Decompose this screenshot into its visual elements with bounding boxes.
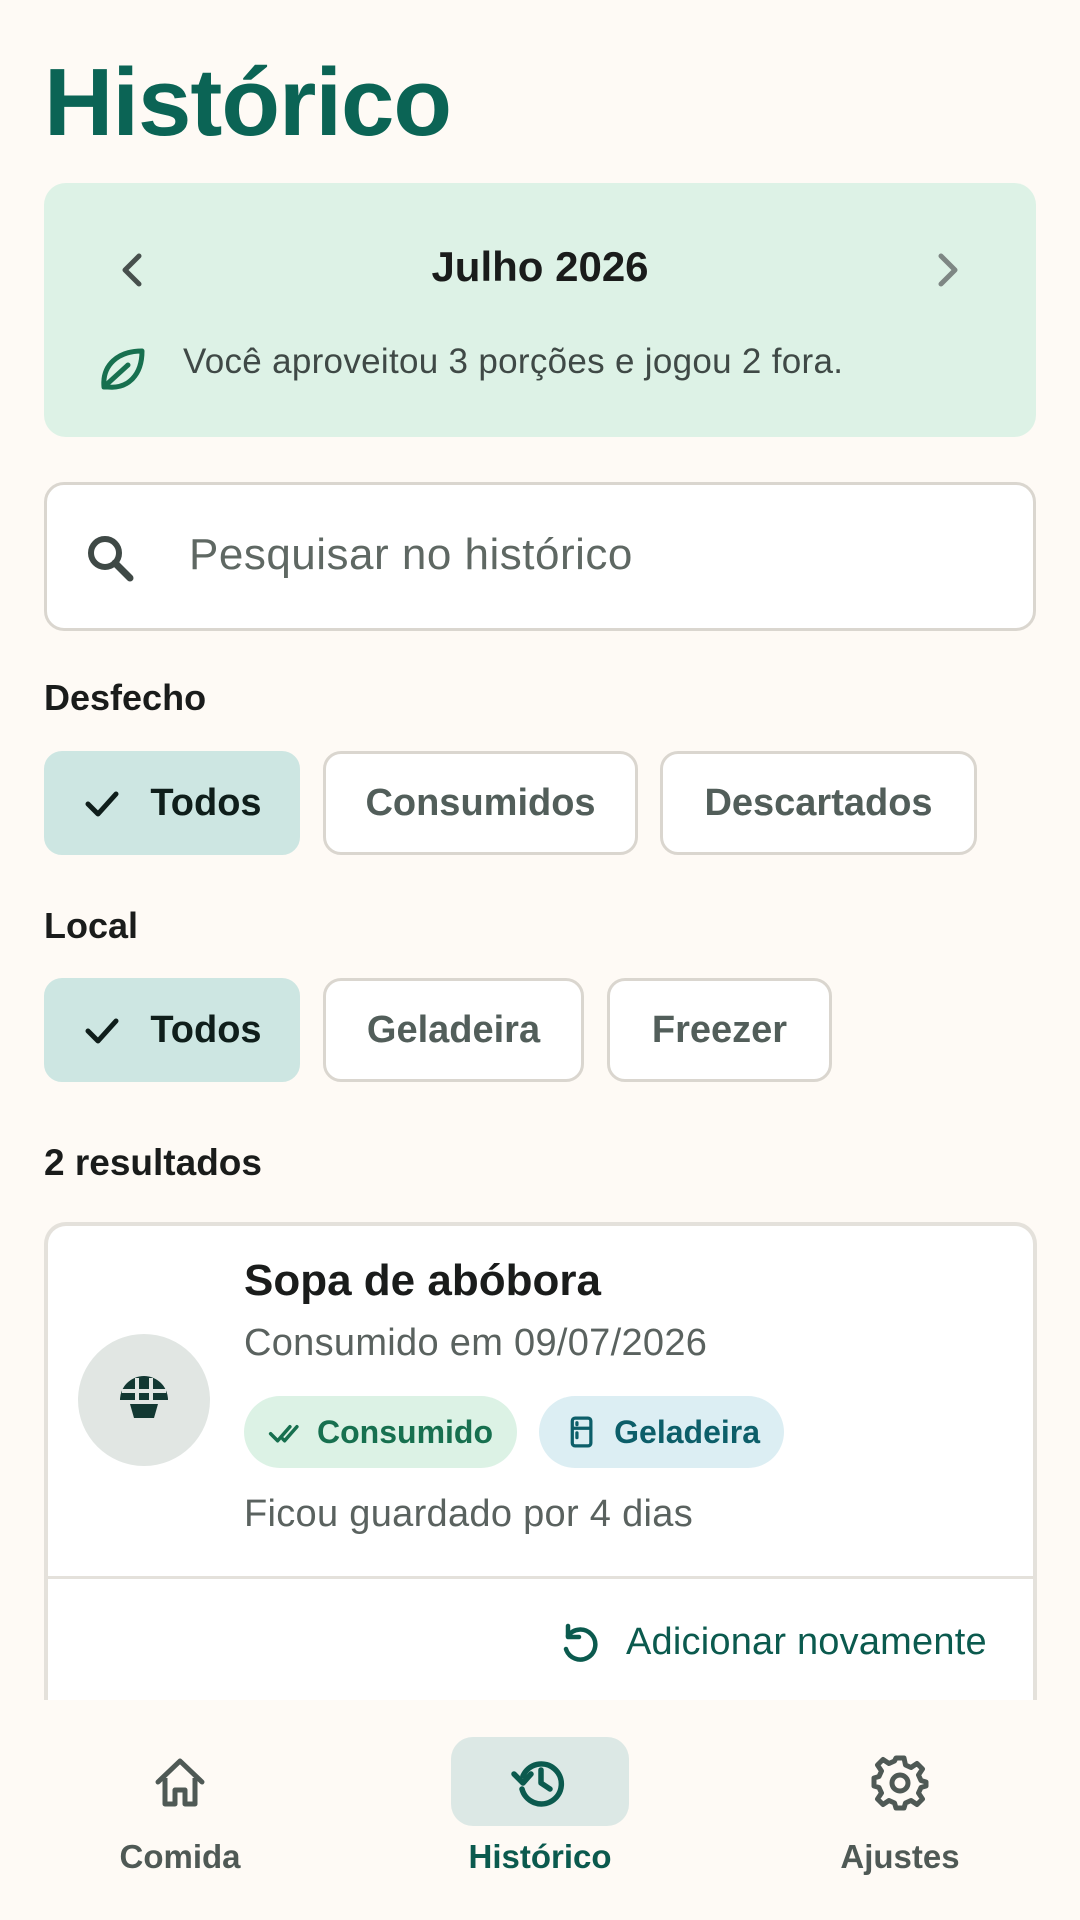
- food-date: Consumido em 09/07/2026: [244, 1322, 708, 1364]
- filter-outcome-discarded[interactable]: Descartados: [660, 751, 977, 855]
- food-name: Sopa de abóbora: [244, 1256, 601, 1305]
- outcome-filter-label: Desfecho: [44, 677, 207, 718]
- history-screen: Histórico Julho 2026 Você aproveitou 3 p…: [0, 0, 1080, 1920]
- chip-label: Freezer: [651, 1008, 788, 1051]
- card-divider: [48, 1576, 1033, 1579]
- fridge-icon: [570, 1416, 593, 1448]
- filter-outcome-consumed[interactable]: Consumidos: [323, 751, 638, 855]
- search-placeholder: Pesquisar no histórico: [189, 530, 633, 579]
- chip-label: Todos: [150, 781, 262, 824]
- location-filter-label: Local: [44, 905, 139, 946]
- nav-label-food: Comida: [119, 1838, 241, 1875]
- month-label: Julho 2026: [431, 243, 649, 290]
- check-icon: [85, 791, 119, 817]
- leaf-icon: [101, 348, 145, 390]
- location-badge-label: Geladeira: [614, 1413, 760, 1450]
- month-summary-card: [44, 183, 1036, 437]
- next-month-button[interactable]: [920, 238, 976, 302]
- status-badge-label: Consumido: [317, 1413, 493, 1450]
- month-summary-text: Você aproveitou 3 porções e jogou 2 fora…: [183, 342, 844, 381]
- gear-icon: [871, 1755, 929, 1811]
- history-icon: [511, 1761, 565, 1807]
- bowl-icon: [120, 1376, 168, 1418]
- double-check-icon: [268, 1424, 299, 1443]
- add-again-button[interactable]: Adicionar novamente: [626, 1621, 987, 1664]
- food-avatar: [78, 1334, 210, 1466]
- nav-label-history: Histórico: [468, 1838, 612, 1875]
- home-icon: [155, 1758, 205, 1807]
- chevron-right-icon: [938, 253, 958, 287]
- storage-duration: Ficou guardado por 4 dias: [244, 1493, 694, 1535]
- check-icon: [85, 1018, 119, 1044]
- filter-location-freezer[interactable]: Freezer: [607, 978, 832, 1082]
- chip-label: Descartados: [704, 781, 933, 824]
- results-count: 2 resultados: [44, 1142, 262, 1183]
- filter-location-fridge[interactable]: Geladeira: [323, 978, 584, 1082]
- filter-location-all[interactable]: Todos: [44, 978, 300, 1082]
- chip-label: Geladeira: [366, 1008, 541, 1051]
- page-title: Histórico: [44, 49, 452, 156]
- nav-label-settings: Ajustes: [840, 1838, 960, 1875]
- location-badge: Geladeira: [539, 1396, 784, 1468]
- chip-label: Todos: [150, 1008, 262, 1051]
- status-badge: Consumido: [244, 1396, 517, 1468]
- replay-icon[interactable]: [556, 1620, 604, 1668]
- chip-label: Consumidos: [365, 781, 596, 824]
- filter-outcome-all[interactable]: Todos: [44, 751, 300, 855]
- search-icon: [88, 536, 134, 582]
